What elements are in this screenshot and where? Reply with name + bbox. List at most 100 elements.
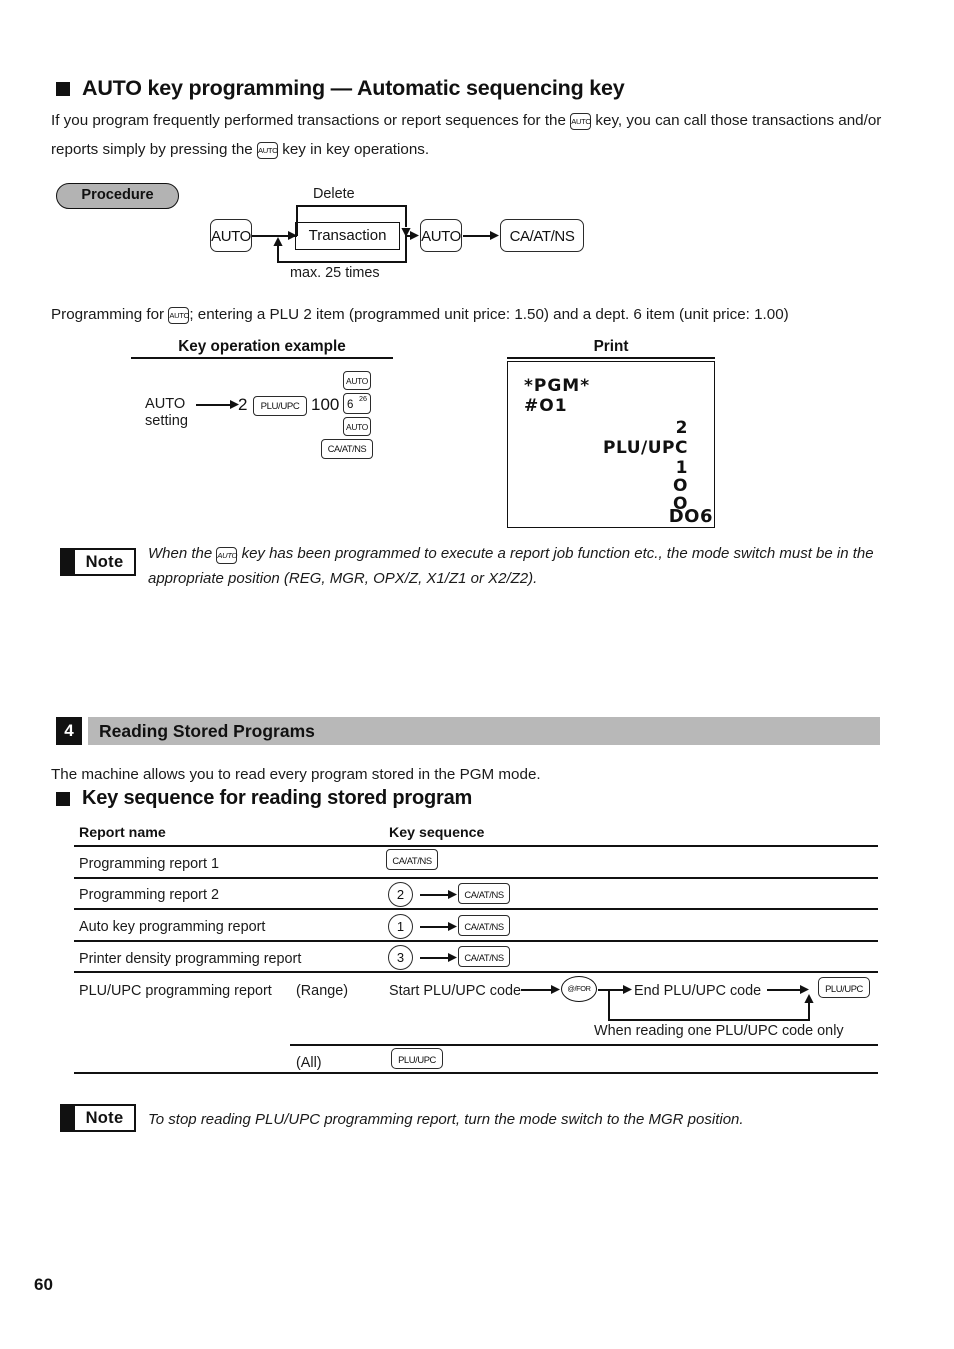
caption-key-operation-example: Key operation example [178, 338, 346, 355]
diagram-transaction-box: Transaction [295, 222, 400, 250]
receipt-line-qty: 2 [675, 418, 688, 438]
auto-key-icon: AUTO [168, 307, 189, 325]
auto-key-step-2: AUTO [343, 417, 371, 436]
arrowhead-right-icon [448, 890, 457, 899]
square-bullet-icon [56, 791, 70, 806]
receipt-line-price-1: 1 [675, 458, 688, 478]
section-4-intro: The machine allows you to read every pro… [51, 766, 541, 783]
ca-at-ns-key-step: CA/AT/NS [321, 439, 373, 459]
note-text-auto: When the AUTO key has been programmed to… [148, 542, 888, 591]
note-badge-label: Note [85, 1109, 124, 1127]
receipt-line-price-2: O [673, 476, 688, 496]
receipt-line-id: #O1 [524, 396, 568, 416]
arrowhead-right-icon [551, 985, 560, 994]
section-number-badge: 4 [56, 717, 82, 745]
caption-rule [507, 357, 715, 359]
ca-at-ns-key: CA/AT/NS [386, 849, 438, 870]
intro-text-3: key in key operations. [282, 141, 430, 158]
receipt-print-sample: *PGM* #O1 2 PLU/UPC 1 O O DO6 [507, 361, 715, 528]
numeric-key-1: 1 [388, 914, 413, 939]
diagram-max-times-label: max. 25 times [290, 265, 380, 281]
table-row: Programming report 1 [79, 856, 219, 872]
programming-for-text-1: Programming for [51, 306, 165, 323]
plu-upc-key: PLU/UPC [253, 396, 307, 416]
auto-key-icon: AUTO [216, 546, 237, 564]
table-rule [74, 877, 878, 879]
ca-at-ns-key: CA/AT/NS [458, 946, 510, 967]
ca-at-ns-key: CA/AT/NS [458, 915, 510, 936]
plu-upc-key-all: PLU/UPC [391, 1048, 443, 1069]
arrowhead-right-icon [448, 953, 457, 962]
diagram-arrowhead-right-icon [490, 231, 499, 240]
arrowhead-right-icon [448, 922, 457, 931]
auto-setting-line1: AUTO [145, 396, 186, 412]
table-row: Printer density programming report [79, 951, 302, 967]
key-operation-amount: 100 [311, 395, 340, 414]
auto-key-intro-paragraph: If you program frequently performed tran… [51, 106, 896, 164]
table-rule [74, 940, 878, 942]
auto-key-icon: AUTO [570, 113, 591, 131]
caption-rule [131, 357, 393, 359]
note-badge: Note [60, 1104, 136, 1132]
dept-key-superscript: 26 [359, 394, 367, 403]
caption-print: Print [593, 338, 629, 355]
page-number: 60 [34, 1275, 53, 1294]
square-bullet-icon [56, 81, 70, 96]
diagram-line [277, 261, 407, 263]
table-range-label: (Range) [296, 983, 348, 999]
table-rule [74, 908, 878, 910]
table-all-label: (All) [296, 1055, 322, 1071]
table-row-plu-name: PLU/UPC programming report [79, 983, 272, 999]
table-header-key-sequence: Key sequence [389, 825, 485, 841]
note-text-reading: To stop reading PLU/UPC programming repo… [148, 1111, 744, 1128]
note-text-part-2: key has been programmed to execute a rep… [148, 545, 874, 587]
note-text-part-1: When the [148, 545, 213, 562]
start-plu-code-label: Start PLU/UPC code [389, 983, 521, 999]
diagram-arrowhead-right-icon [410, 231, 419, 240]
programming-for-text-2: ; entering a PLU 2 item (programmed unit… [189, 306, 789, 323]
table-row: Programming report 2 [79, 887, 219, 903]
auto-key-heading: AUTO key programming — Automatic sequenc… [56, 76, 625, 101]
diagram-ca-at-ns-key: CA/AT/NS [500, 219, 584, 252]
receipt-line-dept: DO6 [668, 506, 713, 527]
ca-at-ns-key: CA/AT/NS [458, 883, 510, 904]
diagram-auto-key-end: AUTO [420, 219, 462, 252]
table-rule [74, 845, 878, 847]
at-for-key: @/FOR [561, 976, 597, 1002]
arrowhead-right-icon [623, 985, 632, 994]
table-rule-partial [290, 1044, 878, 1046]
single-plu-note: When reading one PLU/UPC code only [594, 1023, 844, 1039]
auto-key-heading-text: AUTO key programming — Automatic sequenc… [82, 76, 625, 100]
numeric-key-3: 3 [388, 945, 413, 970]
auto-key-step-1: AUTO [343, 371, 371, 390]
table-rule [74, 1072, 878, 1074]
diagram-arrowhead-right-icon [288, 231, 297, 240]
note-badge: Note [60, 548, 136, 576]
programming-for-line: Programming for AUTO; entering a PLU 2 i… [51, 300, 911, 329]
section-title-text: Reading Stored Programs [99, 721, 315, 741]
procedure-badge: Procedure [56, 183, 179, 209]
key-sequence-subheading-text: Key sequence for reading stored program [82, 787, 473, 809]
arrowhead-up-icon [804, 994, 814, 1003]
auto-key-icon: AUTO [256, 142, 278, 160]
intro-text-1: If you program frequently performed tran… [51, 112, 566, 129]
table-header-report-name: Report name [79, 825, 166, 841]
auto-setting-label: AUTO setting [145, 396, 188, 430]
plu-bypass-line [608, 989, 610, 1021]
receipt-line-pgm: *PGM* [524, 376, 591, 396]
table-rule [74, 971, 878, 973]
numeric-key-2: 2 [388, 882, 413, 907]
diagram-auto-key-start: AUTO [210, 219, 252, 252]
auto-setting-line2: setting [145, 413, 188, 429]
note-badge-label: Note [85, 553, 124, 571]
key-sequence-subheading: Key sequence for reading stored program [56, 787, 472, 810]
table-row: Auto key programming report [79, 919, 266, 935]
diagram-line [296, 205, 406, 207]
diagram-delete-label: Delete [313, 186, 355, 202]
diagram-arrowhead-up-icon [273, 237, 283, 246]
end-plu-code-label: End PLU/UPC code [634, 983, 762, 999]
dept-6-key: 6 26 [343, 393, 371, 414]
key-operation-plu-number: 2 [238, 395, 248, 414]
plu-bypass-line [608, 1019, 810, 1021]
receipt-line-plu: PLU/UPC [603, 438, 688, 458]
